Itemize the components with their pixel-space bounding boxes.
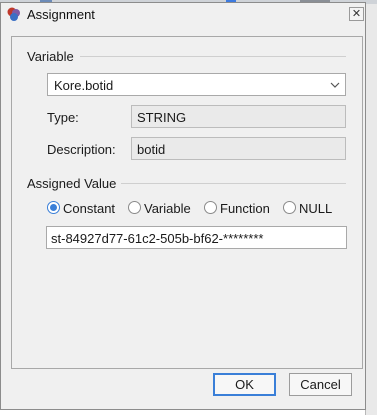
type-value: STRING: [137, 110, 187, 125]
null-radio-label[interactable]: NULL: [299, 201, 332, 216]
ok-button[interactable]: OK: [213, 373, 276, 396]
description-value: botid: [137, 142, 166, 157]
constant-radio-label[interactable]: Constant: [63, 201, 115, 216]
function-radio-label[interactable]: Function: [220, 201, 270, 216]
type-field: STRING: [131, 105, 346, 128]
variable-select-value: Kore.botid: [54, 78, 114, 93]
assigned-value-text: st-84927d77-61c2-505b-bf62-********: [51, 231, 264, 246]
dialog-title: Assignment: [27, 7, 95, 22]
chevron-down-icon: [330, 82, 340, 88]
function-radio[interactable]: [204, 201, 217, 214]
cancel-button[interactable]: Cancel: [289, 373, 352, 396]
close-button[interactable]: ✕: [349, 7, 364, 21]
background-window-edge: [365, 4, 377, 415]
app-icon: [7, 7, 20, 21]
close-icon: ✕: [351, 7, 362, 20]
description-label: Description:: [47, 142, 116, 157]
variable-select[interactable]: Kore.botid: [47, 73, 346, 96]
ok-button-label: OK: [235, 377, 254, 392]
null-radio[interactable]: [283, 201, 296, 214]
constant-radio[interactable]: [47, 201, 60, 214]
variable-section-divider: [80, 56, 346, 57]
description-field: botid: [131, 137, 346, 160]
variable-section-heading: Variable: [27, 49, 74, 64]
assigned-value-input[interactable]: st-84927d77-61c2-505b-bf62-********: [46, 226, 347, 249]
type-label: Type:: [47, 110, 79, 125]
variable-radio[interactable]: [128, 201, 141, 214]
assigned-value-divider: [121, 183, 346, 184]
variable-radio-label[interactable]: Variable: [144, 201, 191, 216]
title-bar[interactable]: Assignment ✕: [1, 3, 365, 25]
cancel-button-label: Cancel: [300, 377, 341, 392]
assigned-value-heading: Assigned Value: [27, 176, 117, 191]
